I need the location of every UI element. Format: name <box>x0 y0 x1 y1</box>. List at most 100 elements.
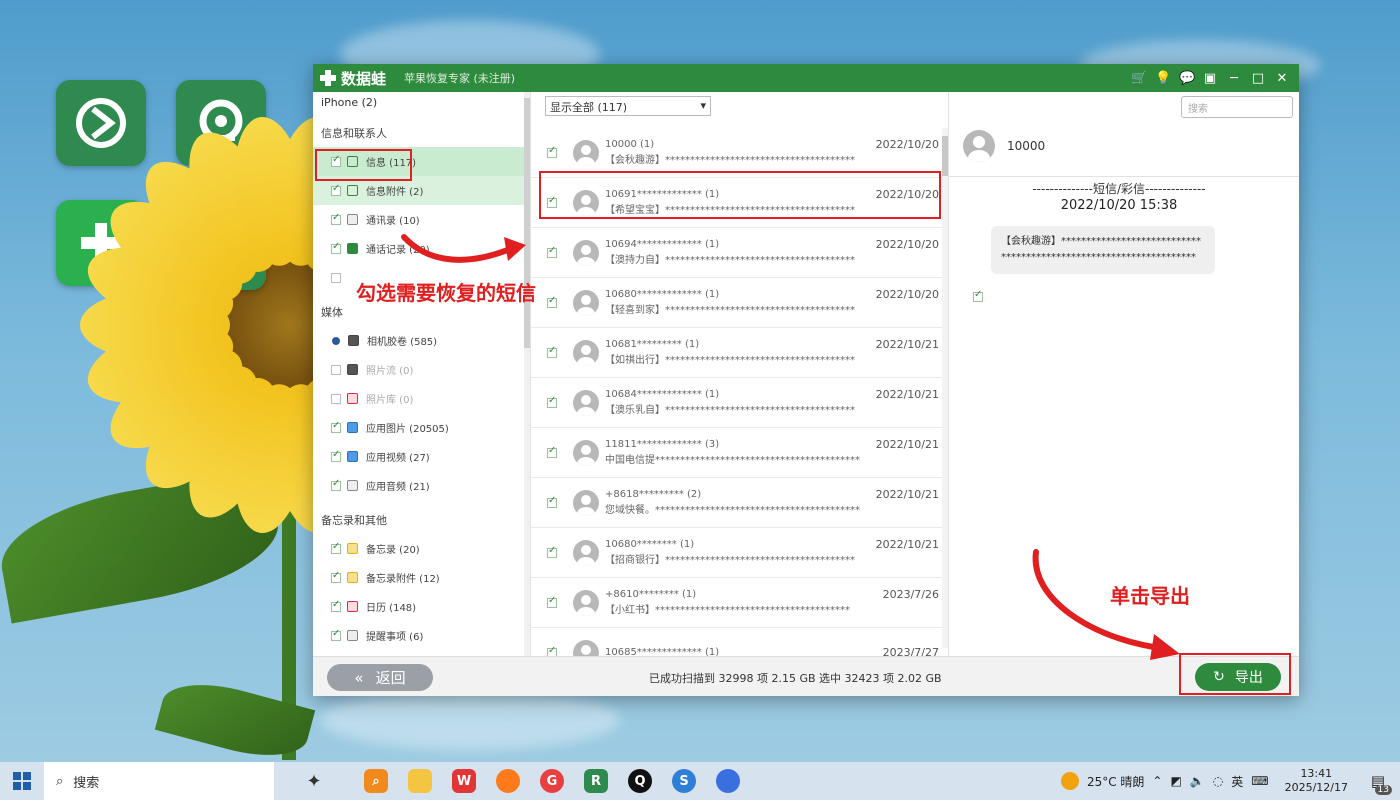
back-arrow-icon: « <box>354 668 364 687</box>
maximize-button[interactable]: □ <box>1251 71 1265 86</box>
message-date: 2022/10/20 <box>875 187 939 201</box>
message-row[interactable]: 10680************* (1) 2022/10/20 【轻喜到家】**… <box>531 278 943 328</box>
sender: 10684************* (1) <box>605 388 720 400</box>
category-camera-roll[interactable]: 相机胶卷 (585) <box>313 326 530 355</box>
checkbox[interactable] <box>547 495 557 508</box>
ime-indicator[interactable]: 英 <box>1231 773 1243 790</box>
left-scrollbar[interactable] <box>524 92 530 656</box>
qq-icon[interactable]: Q <box>618 762 662 800</box>
checkbox[interactable] <box>331 628 341 641</box>
checkbox[interactable] <box>331 364 341 375</box>
copilot-icon[interactable]: ✦ <box>274 762 354 800</box>
checkbox[interactable] <box>331 272 341 283</box>
chevron-up-icon[interactable]: ⌃ <box>1152 774 1162 788</box>
checkbox[interactable] <box>331 420 341 433</box>
radio[interactable] <box>332 336 340 345</box>
message-checkbox[interactable] <box>973 289 983 302</box>
category-app-videos[interactable]: 应用视频 (27) <box>313 442 530 471</box>
category-messages[interactable]: 信息 (117) <box>313 147 530 176</box>
export-button[interactable]: ↻ 导出 <box>1195 663 1281 691</box>
message-row[interactable]: 10681********* (1) 2022/10/21 【如祺出行】******… <box>531 328 943 378</box>
checkbox[interactable] <box>331 599 341 612</box>
category-notes[interactable]: 备忘录 (20) <box>313 534 530 563</box>
weather-sun-icon <box>1060 772 1079 790</box>
photos-icon <box>347 393 358 404</box>
message-row[interactable]: 10691************* (1) 2022/10/20 【希望宝宝】**… <box>531 178 943 228</box>
checkbox[interactable] <box>331 541 341 554</box>
browser-icon[interactable] <box>706 762 750 800</box>
minimize-button[interactable]: ─ <box>1227 71 1241 86</box>
weather-text[interactable]: 25°C 晴朗 <box>1087 773 1144 790</box>
message-row[interactable]: 10000 (1) 2022/10/20 【会秋趣游】***************… <box>531 128 943 178</box>
category-reminders[interactable]: 提醒事项 (6) <box>313 621 530 650</box>
magnifier-app-icon[interactable]: ⌕ <box>354 762 398 800</box>
filter-select[interactable]: 显示全部 (117) ▾ <box>545 96 711 116</box>
category-app-audio[interactable]: 应用音频 (21) <box>313 471 530 500</box>
app-shortcut-icon[interactable] <box>56 80 146 166</box>
message-summary: 10680******** (1) 2022/10/21 【招商银行】*******… <box>605 537 943 569</box>
clock[interactable]: 13:41 2025/12/17 <box>1285 767 1348 795</box>
cloud <box>320 690 620 750</box>
list-scrollbar[interactable] <box>942 128 948 648</box>
category-panel: iPhone (2) 信息和联系人 信息 (117) 信息附件 (2) 通讯录 … <box>313 92 531 656</box>
checkbox[interactable] <box>547 395 557 408</box>
tip-icon[interactable]: 💡 <box>1155 71 1171 86</box>
checkbox[interactable] <box>331 393 341 404</box>
start-button[interactable] <box>0 772 44 790</box>
category-photo-stream[interactable]: 照片流 (0) <box>313 355 530 384</box>
cart-icon[interactable]: 🛒 <box>1131 71 1147 86</box>
message-row[interactable]: 11811************* (3) 2022/10/21 中国电信提***… <box>531 428 943 478</box>
message-summary: 10684************* (1) 2022/10/21 【澳乐乳自】**… <box>605 387 943 419</box>
notification-icon[interactable]: ▤ 13 <box>1364 769 1392 795</box>
taskbar-search[interactable]: ⌕ 搜索 <box>44 762 274 800</box>
checkbox[interactable] <box>331 449 341 462</box>
red-app-icon[interactable]: G <box>530 762 574 800</box>
device-label[interactable]: iPhone (2) <box>313 92 530 113</box>
message-row[interactable]: 10684************* (1) 2022/10/21 【澳乐乳自】**… <box>531 378 943 428</box>
message-row[interactable]: 10694************* (1) 2022/10/20 【澳持力自】**… <box>531 228 943 278</box>
category-calendar[interactable]: 日历 (148) <box>313 592 530 621</box>
message-row[interactable]: +8618********* (2) 2022/10/21 您域快餐。*******… <box>531 478 943 528</box>
app-subtitle: 苹果恢复专家 (未注册) <box>404 72 516 85</box>
checkbox[interactable] <box>331 241 341 254</box>
wps-icon[interactable]: W <box>442 762 486 800</box>
back-button[interactable]: « 返回 <box>327 664 433 691</box>
checkbox[interactable] <box>547 195 557 208</box>
file-explorer-icon[interactable] <box>398 762 442 800</box>
sogou-icon[interactable]: S <box>662 762 706 800</box>
checkbox[interactable] <box>547 445 557 458</box>
firefox-icon[interactable] <box>486 762 530 800</box>
volume-icon[interactable]: 🔈 <box>1190 774 1205 788</box>
checkbox[interactable] <box>331 570 341 583</box>
checkbox[interactable] <box>547 145 557 158</box>
app-photos-icon <box>347 422 358 433</box>
category-photo-library[interactable]: 照片库 (0) <box>313 384 530 413</box>
app-videos-icon <box>347 451 358 462</box>
checkbox[interactable] <box>547 245 557 258</box>
menu-icon[interactable]: ▣ <box>1203 71 1217 86</box>
recovery-app-icon[interactable]: R <box>574 762 618 800</box>
message-summary: 10694************* (1) 2022/10/20 【澳持力自】**… <box>605 237 943 269</box>
message-preview: 【澳乐乳自】**********************************… <box>605 404 855 416</box>
checkbox[interactable] <box>331 183 341 196</box>
checkbox[interactable] <box>331 478 341 491</box>
checkbox[interactable] <box>547 595 557 608</box>
checkbox[interactable] <box>547 345 557 358</box>
checkbox[interactable] <box>547 545 557 558</box>
keyboard-icon[interactable]: ⌨ <box>1251 774 1268 788</box>
checkbox[interactable] <box>547 295 557 308</box>
category-note-attachments[interactable]: 备忘录附件 (12) <box>313 563 530 592</box>
search-input[interactable]: 搜索 <box>1181 96 1293 118</box>
category-message-attachments[interactable]: 信息附件 (2) <box>313 176 530 205</box>
chat-icon[interactable]: 💬 <box>1179 71 1195 86</box>
network-icon[interactable]: ◌ <box>1213 774 1223 788</box>
category-app-photos[interactable]: 应用图片 (20505) <box>313 413 530 442</box>
message-row[interactable]: 10680******** (1) 2022/10/21 【招商银行】*******… <box>531 528 943 578</box>
tray-apps-icon[interactable]: ◩ <box>1170 774 1181 788</box>
sender: 10691************* (1) <box>605 188 720 200</box>
message-row[interactable]: +8610******** (1) 2023/7/26 【小红书】*********… <box>531 578 943 628</box>
close-button[interactable]: ✕ <box>1275 71 1289 86</box>
checkbox[interactable] <box>331 154 341 167</box>
checkbox[interactable] <box>331 212 341 225</box>
clock-date: 2025/12/17 <box>1284 781 1348 794</box>
